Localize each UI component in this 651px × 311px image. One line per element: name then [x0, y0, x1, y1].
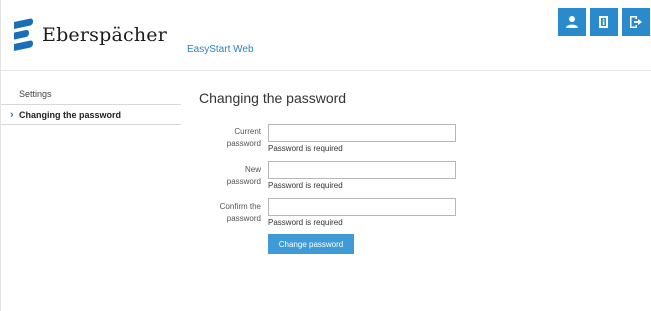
confirm-password-error: Password is required [268, 218, 343, 227]
change-password-button[interactable]: Change password [268, 234, 354, 254]
app-name: EasyStart Web [187, 44, 254, 55]
user-button[interactable] [558, 8, 586, 36]
app-frame: Eberspächer EasyStart Web Settings › Cha… [0, 0, 651, 311]
new-password-label: New password [226, 165, 261, 186]
current-password-error: Password is required [268, 144, 343, 153]
sidebar-item-label: Settings [19, 89, 52, 99]
logout-button[interactable] [622, 8, 650, 36]
header: Eberspächer EasyStart Web [1, 0, 651, 71]
sidebar: Settings › Changing the password [1, 84, 181, 125]
new-password-error: Password is required [268, 181, 343, 190]
brand-name: Eberspächer [42, 24, 168, 46]
main-content: Changing the password [199, 90, 346, 106]
chevron-right-icon: › [10, 109, 14, 121]
confirm-password-input[interactable] [268, 198, 456, 216]
current-password-label: Current password [226, 127, 261, 148]
sidebar-item-settings[interactable]: Settings [1, 84, 181, 104]
page-title: Changing the password [199, 90, 347, 106]
eberspaecher-logo-icon [10, 14, 36, 56]
user-icon [566, 16, 578, 28]
confirm-password-label: Confirm the password [219, 202, 261, 223]
current-password-input[interactable] [268, 124, 456, 142]
brand-logo[interactable]: Eberspächer [10, 14, 167, 56]
new-password-input[interactable] [268, 161, 456, 179]
info-button[interactable] [590, 8, 618, 36]
header-actions [558, 8, 650, 36]
logout-icon [630, 16, 642, 28]
sidebar-item-label: Changing the password [19, 110, 122, 120]
info-icon [599, 16, 608, 28]
sidebar-item-changing-password[interactable]: › Changing the password [1, 105, 181, 125]
